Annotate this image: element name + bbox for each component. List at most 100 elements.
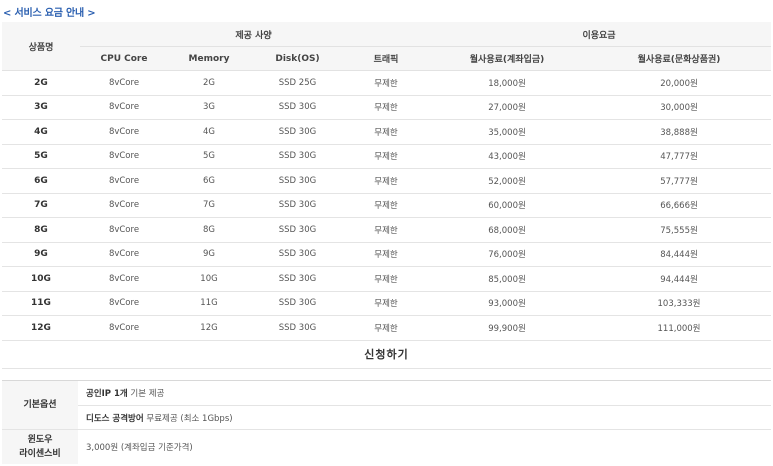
price-voucher-cell: 103,333원: [587, 291, 772, 316]
traffic-cell: 무제한: [345, 291, 428, 316]
memory-cell: 7G: [168, 193, 250, 218]
cpu-core-cell: 8vCore: [80, 315, 168, 341]
table-row: 11G 8vCore 11G SSD 30G 무제한 93,000원 103,333원: [2, 291, 772, 316]
disk-cell: SSD 30G: [250, 95, 345, 120]
windows-license-label: 윈도우 라이센스비: [2, 429, 78, 464]
spec-group-header: 제공 사양: [80, 22, 428, 47]
table-row: 10G 8vCore 10G SSD 30G 무제한 85,000원 94,444원: [2, 266, 772, 292]
column-header: 트래픽: [345, 46, 428, 71]
disk-cell: SSD 30G: [250, 193, 345, 218]
price-bank-cell: 18,000원: [427, 70, 588, 96]
disk-cell: SSD 30G: [250, 217, 345, 243]
traffic-cell: 무제한: [345, 95, 428, 120]
price-voucher-cell: 66,666원: [587, 193, 772, 218]
price-bank-cell: 93,000원: [427, 291, 588, 316]
pricing-table: 상품명 제공 사양 이용요금 CPU Core Memory Disk(OS) 트래픽…: [2, 22, 772, 369]
pricing-rows: 2G 8vCore 2G SSD 25G 무제한 18,000원 20,000원 3G 8vCo…: [2, 70, 772, 341]
memory-cell: 4G: [168, 119, 250, 145]
disk-cell: SSD 30G: [250, 144, 345, 169]
cpu-core-cell: 8vCore: [80, 217, 168, 243]
price-bank-cell: 35,000원: [427, 119, 588, 145]
product-name-cell: 10G: [2, 266, 80, 292]
traffic-cell: 무제한: [345, 144, 428, 169]
table-row: 5G 8vCore 5G SSD 30G 무제한 43,000원 47,777원: [2, 144, 772, 169]
memory-cell: 6G: [168, 168, 250, 194]
price-voucher-cell: 75,555원: [587, 217, 772, 243]
cpu-core-cell: 8vCore: [80, 193, 168, 218]
service-pricing-link[interactable]: < 서비스 요금 안내 >: [3, 4, 96, 19]
disk-cell: SSD 30G: [250, 242, 345, 267]
price-bank-cell: 68,000원: [427, 217, 588, 243]
table-row: 6G 8vCore 6G SSD 30G 무제한 52,000원 57,777원: [2, 168, 772, 194]
cpu-core-cell: 8vCore: [80, 119, 168, 145]
table-row: 12G 8vCore 12G SSD 30G 무제한 99,900원 111,000원: [2, 315, 772, 341]
product-name-cell: 7G: [2, 193, 80, 218]
basic-options-label: 기본옵션: [2, 380, 78, 430]
disk-cell: SSD 30G: [250, 119, 345, 145]
table-row: 4G 8vCore 4G SSD 30G 무제한 35,000원 38,888원: [2, 119, 772, 145]
price-bank-cell: 85,000원: [427, 266, 588, 292]
table-row: 9G 8vCore 9G SSD 30G 무제한 76,000원 84,444원: [2, 242, 772, 267]
traffic-cell: 무제한: [345, 168, 428, 194]
column-header: Memory: [168, 46, 250, 71]
cpu-core-cell: 8vCore: [80, 70, 168, 96]
traffic-cell: 무제한: [345, 217, 428, 243]
basic-option-ddos: 디도스 공격방어 무료제공 (최소 1Gbps): [78, 405, 771, 430]
disk-cell: SSD 30G: [250, 291, 345, 316]
product-name-cell: 11G: [2, 291, 80, 316]
traffic-cell: 무제한: [345, 242, 428, 267]
cpu-core-cell: 8vCore: [80, 266, 168, 292]
memory-cell: 11G: [168, 291, 250, 316]
price-bank-cell: 76,000원: [427, 242, 588, 267]
disk-cell: SSD 30G: [250, 315, 345, 341]
option-row: 디도스 공격방어 무료제공 (최소 1Gbps): [2, 405, 771, 430]
product-name-cell: 6G: [2, 168, 80, 194]
product-name-cell: 12G: [2, 315, 80, 341]
column-header: Disk(OS): [250, 46, 345, 71]
product-name-header: 상품명: [2, 22, 80, 71]
memory-cell: 12G: [168, 315, 250, 341]
option-ip-strong: 공인IP 1개: [86, 389, 128, 399]
cpu-core-cell: 8vCore: [80, 168, 168, 194]
memory-cell: 9G: [168, 242, 250, 267]
price-voucher-cell: 47,777원: [587, 144, 772, 169]
cpu-core-cell: 8vCore: [80, 95, 168, 120]
traffic-cell: 무제한: [345, 70, 428, 96]
price-bank-cell: 99,900원: [427, 315, 588, 341]
license-label-line1: 윈도우: [27, 435, 53, 445]
memory-cell: 2G: [168, 70, 250, 96]
column-header: 월사용료(문화상품권): [587, 46, 772, 71]
basic-option-ip: 공인IP 1개 기본 제공: [78, 380, 771, 406]
product-name-cell: 3G: [2, 95, 80, 120]
cpu-core-cell: 8vCore: [80, 242, 168, 267]
option-ddos-text: 무료제공 (최소 1Gbps): [143, 413, 233, 424]
cpu-core-cell: 8vCore: [80, 291, 168, 316]
price-voucher-cell: 84,444원: [587, 242, 772, 267]
price-bank-cell: 52,000원: [427, 168, 588, 194]
memory-cell: 8G: [168, 217, 250, 243]
apply-button[interactable]: 신청하기: [364, 348, 408, 361]
option-ddos-strong: 디도스 공격방어: [86, 413, 144, 424]
price-voucher-cell: 94,444원: [587, 266, 772, 292]
traffic-cell: 무제한: [345, 266, 428, 292]
product-name-cell: 9G: [2, 242, 80, 267]
table-row: 2G 8vCore 2G SSD 25G 무제한 18,000원 20,000원: [2, 70, 772, 96]
license-row: 윈도우 라이센스비 3,000원 (계좌입금 기준가격): [2, 429, 771, 464]
memory-cell: 5G: [168, 144, 250, 169]
apply-row: 신청하기: [2, 340, 772, 369]
windows-license-value: 3,000원 (계좌입금 기준가격): [86, 443, 193, 453]
price-bank-cell: 60,000원: [427, 193, 588, 218]
column-header: 월사용료(계좌입금): [427, 46, 588, 71]
table-row: 3G 8vCore 3G SSD 30G 무제한 27,000원 30,000원: [2, 95, 772, 120]
column-header-row: CPU Core Memory Disk(OS) 트래픽 월사용료(계좌입금) 월사용료(…: [2, 46, 772, 71]
price-voucher-cell: 20,000원: [587, 70, 772, 96]
memory-cell: 3G: [168, 95, 250, 120]
column-header: CPU Core: [80, 46, 168, 71]
disk-cell: SSD 25G: [250, 70, 345, 96]
price-bank-cell: 27,000원: [427, 95, 588, 120]
disk-cell: SSD 30G: [250, 266, 345, 292]
price-bank-cell: 43,000원: [427, 144, 588, 169]
price-voucher-cell: 30,000원: [587, 95, 772, 120]
memory-cell: 10G: [168, 266, 250, 292]
product-name-cell: 4G: [2, 119, 80, 145]
